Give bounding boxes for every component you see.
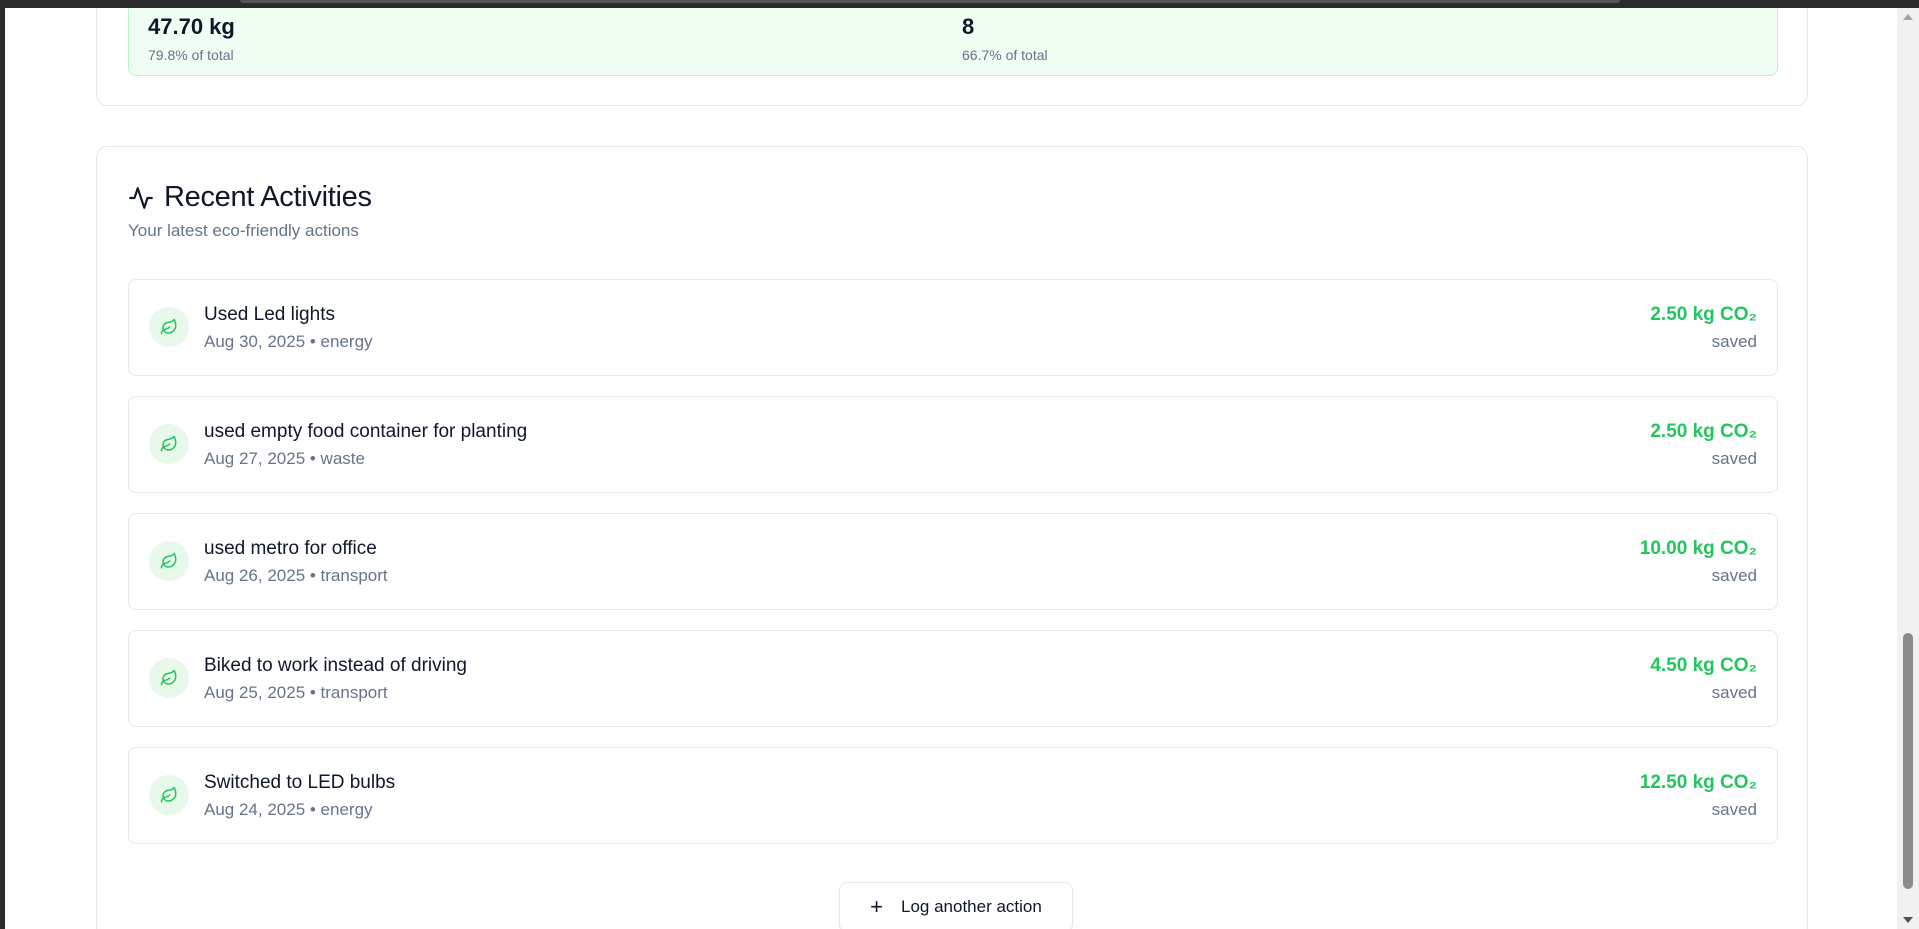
plus-icon: + [870,894,883,919]
activities-subtitle: Your latest eco-friendly actions [128,221,359,240]
activity-item[interactable]: Switched to LED bulbs Aug 24, 2025 • ene… [128,747,1778,844]
stat-value-actions: 8 [962,14,975,39]
scrollbar-thumb[interactable] [1903,633,1913,889]
activity-co2-amount: 10.00 kg CO₂ [1639,538,1757,559]
stat-value-co2-saved: 47.70 kg [148,14,235,39]
leaf-icon [160,669,177,686]
activity-meta: Aug 24, 2025 • energy [204,800,373,819]
log-button-label: Log another action [901,897,1042,916]
activity-meta: Aug 27, 2025 • waste [204,449,365,468]
activity-co2-amount: 4.50 kg CO₂ [1650,655,1757,676]
activity-saved-label: saved [1711,800,1757,819]
activities-title: Recent Activities [164,181,372,213]
activity-title: Biked to work instead of driving [204,655,467,676]
browser-top-strip [0,0,1919,8]
recent-activities-card: Recent Activities Your latest eco-friend… [96,146,1808,929]
activity-saved-label: saved [1711,683,1757,702]
leaf-icon-badge [149,775,189,815]
activity-pulse-icon [129,186,153,209]
leaf-icon [160,786,177,803]
activity-title: used empty food container for planting [204,421,528,442]
activity-item[interactable]: used metro for office Aug 26, 2025 • tra… [128,513,1778,610]
leaf-icon [160,552,177,569]
activity-item[interactable]: used empty food container for planting A… [128,396,1778,493]
leaf-icon-badge [149,307,189,347]
activity-co2-amount: 12.50 kg CO₂ [1639,772,1757,793]
activity-title: Used Led lights [204,304,335,325]
leaf-icon-badge [149,658,189,698]
activity-title: Switched to LED bulbs [204,772,396,793]
scroll-down-arrow-icon[interactable] [1903,917,1913,923]
activity-item[interactable]: Biked to work instead of driving Aug 25,… [128,630,1778,727]
activity-title: used metro for office [204,538,377,559]
summary-panel: 47.70 kg 79.8% of total 8 66.7% of total [128,8,1778,76]
activity-co2-amount: 2.50 kg CO₂ [1650,304,1757,325]
activity-saved-label: saved [1711,566,1757,585]
log-another-action-button[interactable]: + Log another action [839,882,1073,929]
stat-sub-actions: 66.7% of total [962,47,1048,63]
scroll-up-arrow-icon[interactable] [1903,14,1913,20]
activities-header: Recent Activities [128,181,372,214]
activity-meta: Aug 26, 2025 • transport [204,566,388,585]
activity-meta: Aug 30, 2025 • energy [204,332,373,351]
activity-co2-amount: 2.50 kg CO₂ [1650,421,1757,442]
leaf-icon [160,435,177,452]
page-viewport: 47.70 kg 79.8% of total 8 66.7% of total… [5,8,1897,929]
activity-item[interactable]: Used Led lights Aug 30, 2025 • energy 2.… [128,279,1778,376]
activity-saved-label: saved [1711,332,1757,351]
activity-saved-label: saved [1711,449,1757,468]
activity-meta: Aug 25, 2025 • transport [204,683,388,702]
vertical-scrollbar[interactable] [1897,8,1919,929]
leaf-icon [160,318,177,335]
stat-sub-co2-saved: 79.8% of total [148,47,234,63]
leaf-icon-badge [149,541,189,581]
leaf-icon-badge [149,424,189,464]
tab-bar-edge [240,0,1620,3]
summary-card: 47.70 kg 79.8% of total 8 66.7% of total [96,8,1808,106]
